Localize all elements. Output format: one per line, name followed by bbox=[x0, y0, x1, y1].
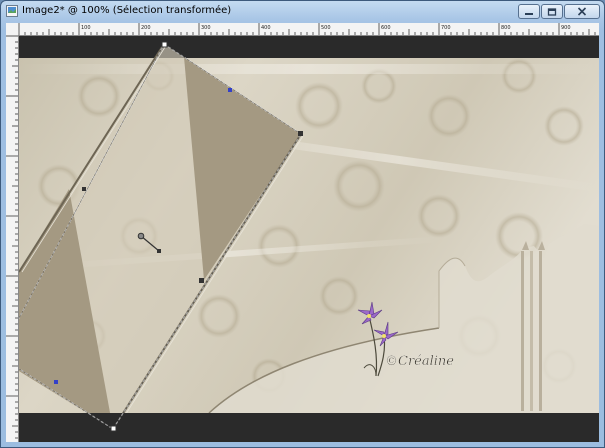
edge-handle-right[interactable] bbox=[199, 278, 204, 283]
ruler-label: 200 bbox=[141, 25, 151, 31]
pivot-point[interactable] bbox=[137, 232, 145, 240]
skew-handle-bottom[interactable] bbox=[54, 380, 58, 384]
bottom-strip bbox=[19, 413, 599, 442]
vertical-ruler[interactable] bbox=[6, 35, 19, 442]
artwork: ©Créaline bbox=[19, 41, 599, 442]
ruler-label: 400 bbox=[261, 25, 271, 31]
horizontal-ruler[interactable]: 100 200 300 400 500 600 700 800 900 bbox=[6, 23, 599, 36]
window-controls bbox=[517, 4, 600, 20]
window-bottom-border bbox=[6, 442, 599, 447]
minimize-button[interactable] bbox=[518, 4, 540, 19]
ruler-label: 300 bbox=[201, 25, 211, 31]
maximize-button[interactable] bbox=[541, 4, 563, 19]
image-document-icon bbox=[6, 5, 18, 17]
corner-handle-top[interactable] bbox=[161, 41, 168, 48]
signature-text: ©Créaline bbox=[385, 354, 454, 369]
window-title: Image2* @ 100% (Sélection transformée) bbox=[22, 5, 232, 16]
ruler-label: 600 bbox=[381, 25, 391, 31]
corner-handle-bottom[interactable] bbox=[110, 425, 117, 432]
corner-handle-right[interactable] bbox=[298, 131, 303, 136]
ruler-label: 800 bbox=[501, 25, 511, 31]
ruler-label: 100 bbox=[81, 25, 91, 31]
rotate-handle-end[interactable] bbox=[157, 249, 161, 253]
close-button[interactable] bbox=[564, 4, 600, 19]
document-client-area: 100 200 300 400 500 600 700 800 900 ©Cré… bbox=[6, 23, 599, 442]
image-canvas[interactable]: ©Créaline bbox=[19, 36, 599, 442]
ruler-label: 900 bbox=[561, 25, 571, 31]
image-window: Image2* @ 100% (Sélection transformée) 1… bbox=[0, 0, 605, 448]
maximize-icon bbox=[547, 7, 557, 16]
edge-handle-top-left[interactable] bbox=[82, 187, 86, 191]
ruler-label: 700 bbox=[441, 25, 451, 31]
title-bar[interactable]: Image2* @ 100% (Sélection transformée) bbox=[1, 1, 604, 23]
skew-handle-top[interactable] bbox=[228, 88, 232, 92]
close-icon bbox=[577, 7, 587, 16]
minimize-icon bbox=[525, 12, 533, 15]
ruler-label: 500 bbox=[321, 25, 331, 31]
